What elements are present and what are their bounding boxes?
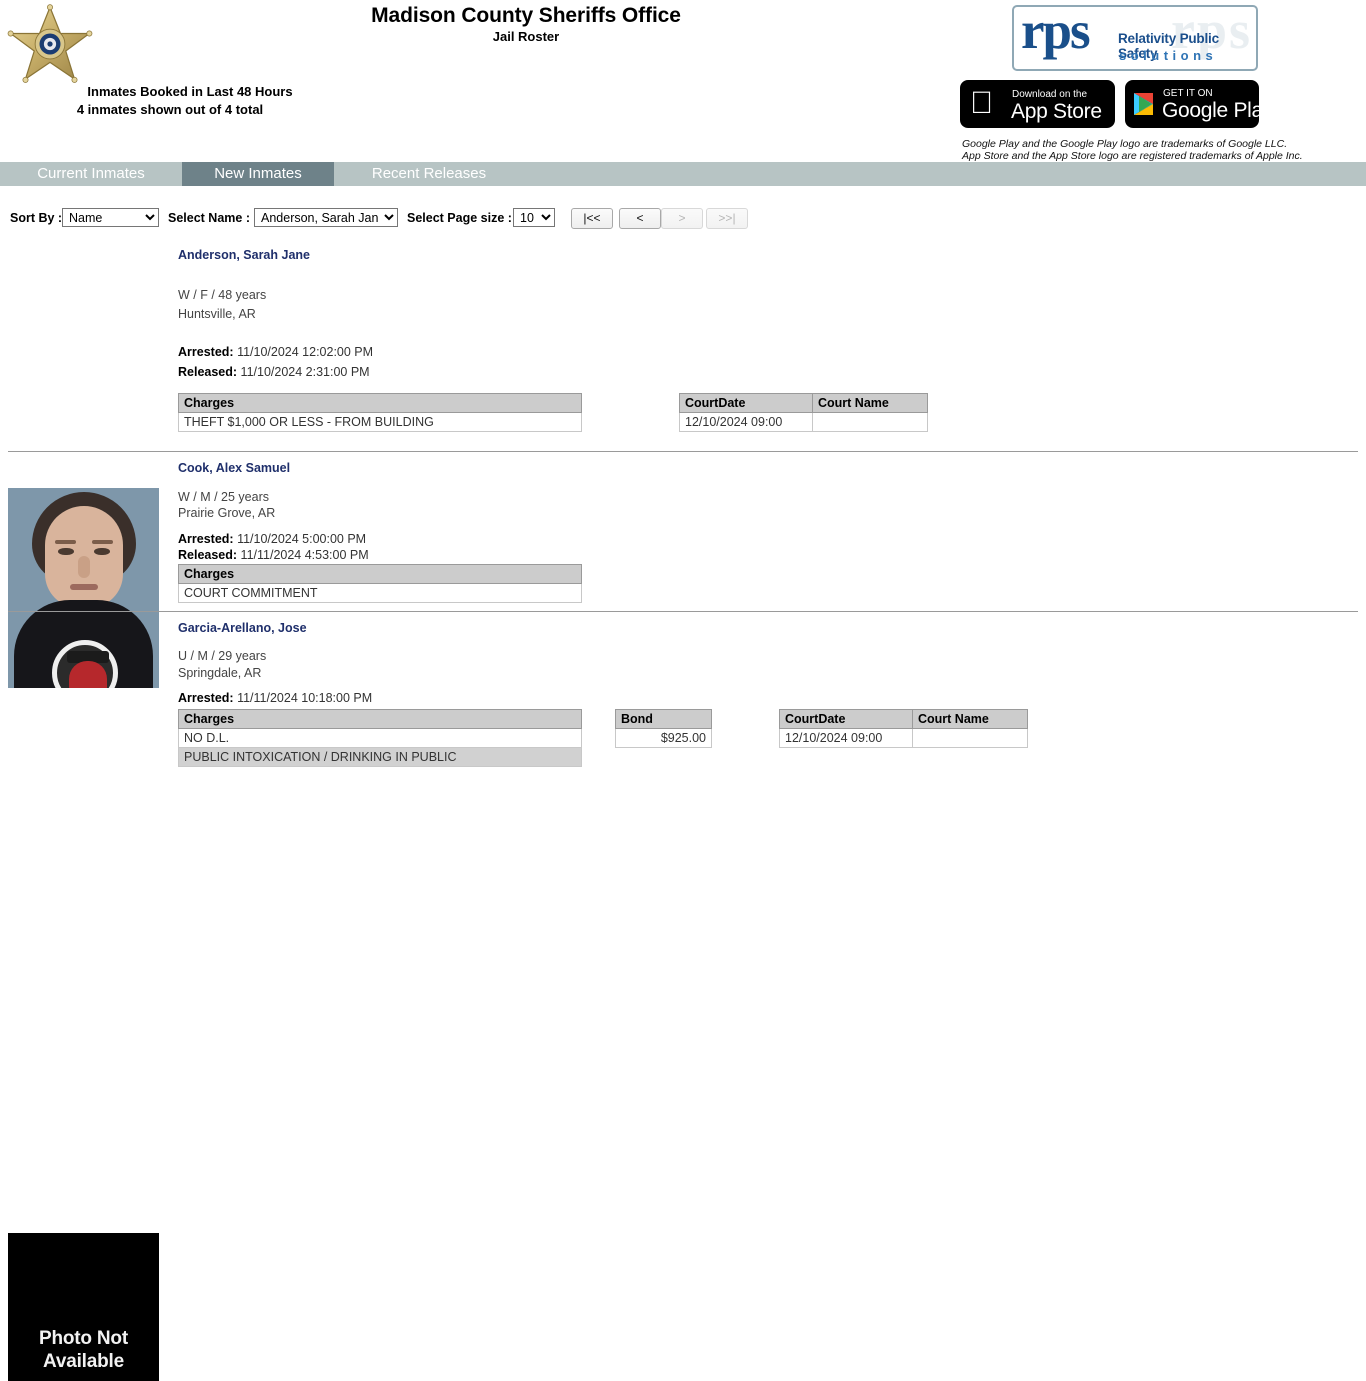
inmate-arrested-line: Arrested: 11/10/2024 12:02:00 PM: [178, 345, 373, 359]
sort-by-label: Sort By :: [10, 211, 63, 225]
table-row: 12/10/2024 09:00: [679, 412, 928, 432]
charge-cell: THEFT $1,000 OR LESS - FROM BUILDING: [178, 412, 582, 432]
rps-logo-mark: rps: [1021, 5, 1091, 60]
inmate-city: Huntsville, AR: [178, 307, 256, 321]
arrested-label: Arrested:: [178, 691, 234, 705]
courtname-cell: [912, 728, 1028, 748]
inmate-demographics: W / F / 48 years: [178, 288, 267, 302]
rps-logo: rps rps Relativity Public Safety solutio…: [1012, 5, 1258, 71]
app-store-small-label: Download on the: [1012, 89, 1088, 100]
charge-cell: NO D.L.: [178, 728, 582, 748]
charge-cell: COURT COMMITMENT: [178, 583, 582, 603]
charges-table: Charges NO D.L. PUBLIC INTOXICATION / DR…: [178, 709, 582, 767]
photo-unavailable-line-2: Available: [43, 1351, 124, 1372]
photo-unavailable-line-1: Photo Not: [39, 1328, 128, 1349]
rps-tagline-secondary: solutions: [1119, 48, 1218, 63]
google-play-big-label: Google Play: [1162, 99, 1259, 122]
arrested-value: 11/10/2024 12:02:00 PM: [237, 345, 374, 359]
page-header: Madison County Sheriffs Office Jail Rost…: [0, 0, 1366, 162]
agency-title: Madison County Sheriffs Office: [371, 4, 681, 27]
charges-header: Charges: [178, 393, 582, 413]
court-table: CourtDate Court Name 12/10/2024 09:00: [779, 709, 1028, 748]
apple-icon: : [970, 87, 993, 118]
courtdate-header: CourtDate: [779, 709, 913, 729]
courtname-header: Court Name: [812, 393, 928, 413]
charges-header: Charges: [178, 709, 582, 729]
released-label: Released:: [178, 548, 238, 562]
table-row: PUBLIC INTOXICATION / DRINKING IN PUBLIC: [178, 747, 582, 767]
select-name-label: Select Name :: [168, 211, 250, 225]
bond-table: Bond $925.00: [615, 709, 712, 748]
page-size-select[interactable]: 10: [513, 208, 555, 227]
sheriff-star-badge-icon: [7, 4, 93, 83]
inmate-photo-placeholder[interactable]: Photo Not Available: [8, 1233, 159, 1381]
tab-bar: Current Inmates New Inmates Recent Relea…: [0, 162, 1366, 186]
bond-header: Bond: [615, 709, 712, 729]
arrested-value: 11/10/2024 5:00:00 PM: [237, 532, 367, 546]
tab-current-inmates[interactable]: Current Inmates: [8, 162, 174, 186]
charges-table: Charges COURT COMMITMENT: [178, 564, 582, 603]
legal-line-2: App Store and the App Store logo are reg…: [962, 150, 1303, 162]
courtname-header: Court Name: [912, 709, 1028, 729]
table-row: NO D.L.: [178, 728, 582, 748]
app-store-button[interactable]:  Download on the App Store: [960, 80, 1115, 128]
trademark-legal-text: Google Play and the Google Play logo are…: [962, 138, 1362, 162]
inmate-arrested-line: Arrested: 11/11/2024 10:18:00 PM: [178, 691, 372, 705]
released-value: 11/10/2024 2:31:00 PM: [240, 365, 370, 379]
google-play-small-label: GET IT ON: [1163, 88, 1213, 99]
courtdate-cell: 12/10/2024 09:00: [679, 412, 813, 432]
inmate-city: Prairie Grove, AR: [178, 506, 276, 520]
charge-cell: PUBLIC INTOXICATION / DRINKING IN PUBLIC: [178, 747, 582, 767]
select-name-select[interactable]: Anderson, Sarah Jane: [254, 208, 398, 227]
inmate-arrested-line: Arrested: 11/10/2024 5:00:00 PM: [178, 532, 366, 546]
google-play-button[interactable]: GET IT ON Google Play: [1125, 80, 1259, 128]
inmate-count-text: 4 inmates shown out of 4 total: [76, 102, 264, 117]
inmate-name-link[interactable]: Cook, Alex Samuel: [178, 461, 290, 475]
court-table: CourtDate Court Name 12/10/2024 09:00: [679, 393, 928, 432]
tab-new-inmates[interactable]: New Inmates: [182, 162, 334, 186]
record-divider: [8, 451, 1358, 452]
inmate-name-link[interactable]: Garcia-Arellano, Jose: [178, 621, 307, 635]
pagination-last-button[interactable]: >>|: [706, 208, 748, 229]
arrested-value: 11/11/2024 10:18:00 PM: [237, 691, 373, 705]
arrested-label: Arrested:: [178, 532, 234, 546]
bond-amount-cell: $925.00: [615, 728, 712, 748]
booked-summary: Inmates Booked in Last 48 Hours 4 inmate…: [0, 83, 380, 119]
inmate-released-line: Released: 11/11/2024 4:53:00 PM: [178, 548, 369, 562]
courtname-cell: [812, 412, 928, 432]
page-title-block: Madison County Sheriffs Office Jail Rost…: [240, 4, 812, 45]
courtdate-cell: 12/10/2024 09:00: [779, 728, 913, 748]
inmate-city: Springdale, AR: [178, 666, 262, 680]
inmate-released-line: Released: 11/10/2024 2:31:00 PM: [178, 365, 370, 379]
released-value: 11/11/2024 4:53:00 PM: [240, 548, 369, 562]
table-row: 12/10/2024 09:00: [779, 728, 1028, 748]
record-divider: [8, 611, 1358, 612]
inmate-record: Photo Not Available Garcia-Arellano, Jos…: [0, 613, 1366, 1381]
pagination-first-button[interactable]: |<<: [571, 208, 613, 229]
inmate-demographics: U / M / 29 years: [178, 649, 267, 663]
tab-recent-releases[interactable]: Recent Releases: [342, 162, 516, 186]
legal-line-1: Google Play and the Google Play logo are…: [962, 138, 1288, 150]
inmate-name-link[interactable]: Anderson, Sarah Jane: [178, 248, 310, 262]
charges-header: Charges: [178, 564, 582, 584]
courtdate-header: CourtDate: [679, 393, 813, 413]
pagination-prev-button[interactable]: <: [619, 208, 661, 229]
inmate-demographics: W / M / 25 years: [178, 490, 269, 504]
arrested-label: Arrested:: [178, 345, 234, 359]
inmate-record: Cook, Alex Samuel W / M / 25 years Prair…: [0, 453, 1366, 613]
page-subtitle: Jail Roster: [492, 29, 560, 44]
table-row: COURT COMMITMENT: [178, 583, 582, 603]
table-row: $925.00: [615, 728, 712, 748]
released-label: Released:: [178, 365, 238, 379]
inmate-record: Anderson, Sarah Jane W / F / 48 years Hu…: [0, 240, 1366, 688]
charges-table: Charges THEFT $1,000 OR LESS - FROM BUIL…: [178, 393, 582, 432]
booked-heading: Inmates Booked in Last 48 Hours: [87, 84, 293, 99]
sort-by-select[interactable]: Name: [62, 208, 159, 227]
page-size-label: Select Page size :: [407, 211, 512, 225]
pagination-next-button[interactable]: >: [661, 208, 703, 229]
table-row: THEFT $1,000 OR LESS - FROM BUILDING: [178, 412, 582, 432]
app-store-big-label: App Store: [1011, 100, 1102, 123]
